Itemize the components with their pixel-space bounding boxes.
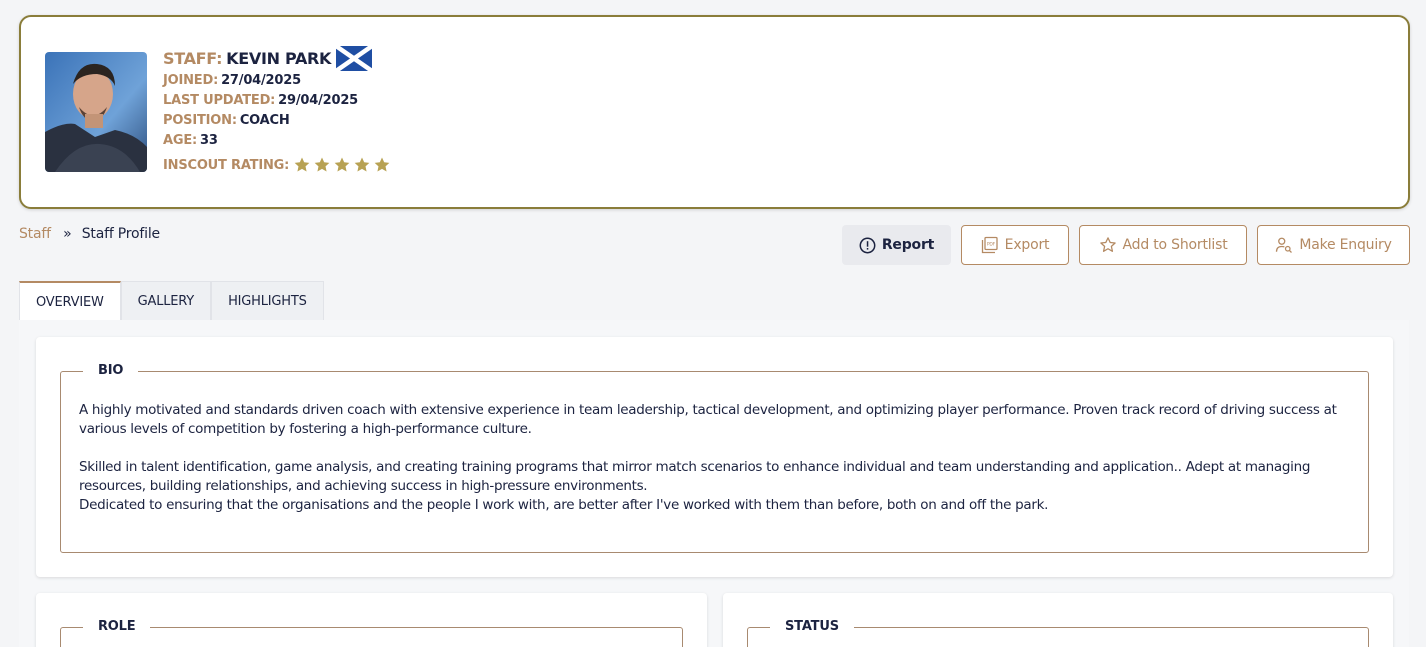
- role-title: ROLE: [83, 619, 151, 634]
- breadcrumb-current: Staff Profile: [81, 226, 160, 242]
- role-section: ROLE: [60, 619, 683, 647]
- bio-text: A highly motivated and standards driven …: [79, 401, 1339, 515]
- shortlist-label: Add to Shortlist: [1122, 237, 1228, 253]
- tab-highlights[interactable]: HIGHLIGHTS: [211, 281, 324, 321]
- make-enquiry-button[interactable]: Make Enquiry: [1257, 225, 1410, 265]
- alert-circle-icon: [859, 237, 876, 253]
- bio-paragraph-3: Dedicated to ensuring that the organisat…: [79, 497, 1049, 513]
- staff-label: STAFF:: [163, 48, 223, 68]
- breadcrumb-separator: »: [63, 226, 72, 242]
- bio-title: BIO: [83, 363, 139, 378]
- status-title: STATUS: [770, 619, 854, 634]
- rating-label: INSCOUT RATING:: [163, 157, 290, 173]
- updated-value: 29/04/2025: [278, 93, 359, 108]
- bio-paragraph-2: Skilled in talent identification, game a…: [79, 459, 1311, 494]
- tab-gallery[interactable]: GALLERY: [120, 281, 212, 321]
- pdf-file-icon: PDF: [981, 236, 998, 254]
- age-line: AGE: 33: [163, 131, 393, 151]
- rating-star-icon: [354, 157, 370, 172]
- position-line: POSITION: COACH: [163, 111, 393, 131]
- rating-line: INSCOUT RATING:: [163, 153, 393, 177]
- report-label: Report: [881, 237, 935, 253]
- tab-overview[interactable]: OVERVIEW: [19, 281, 121, 321]
- position-label: POSITION:: [163, 113, 237, 128]
- rating-star-icon: [314, 157, 330, 172]
- profile-info: STAFF: KEVIN PARK JOINED: 27/04/2025 LAST…: [163, 43, 393, 177]
- age-value: 33: [200, 133, 218, 148]
- rating-star-icon: [374, 157, 390, 172]
- position-value: COACH: [239, 113, 290, 128]
- profile-tabs: OVERVIEW GALLERY HIGHLIGHTS: [19, 281, 324, 321]
- joined-label: JOINED:: [163, 73, 219, 88]
- joined-line: JOINED: 27/04/2025: [163, 71, 393, 91]
- bio-paragraph-1: A highly motivated and standards driven …: [79, 402, 1337, 437]
- rating-star-icon: [334, 157, 350, 172]
- updated-line: LAST UPDATED: 29/04/2025: [163, 91, 393, 111]
- breadcrumb-link-staff[interactable]: Staff: [19, 226, 51, 242]
- star-outline-icon: [1099, 237, 1116, 252]
- report-button[interactable]: Report: [842, 225, 951, 265]
- profile-card: STAFF: KEVIN PARK JOINED: 27/04/2025 LAST…: [19, 15, 1410, 209]
- enquiry-label: Make Enquiry: [1299, 237, 1392, 253]
- status-section: STATUS: [747, 619, 1369, 647]
- staff-name: KEVIN PARK: [226, 48, 332, 68]
- staff-name-line: STAFF: KEVIN PARK: [163, 43, 393, 73]
- export-label: Export: [1004, 237, 1050, 253]
- rating-stars: [293, 156, 393, 174]
- avatar: [45, 52, 147, 172]
- age-label: AGE:: [163, 133, 198, 148]
- rating-star-icon: [294, 157, 310, 172]
- export-button[interactable]: PDF Export: [961, 225, 1069, 265]
- updated-label: LAST UPDATED:: [163, 93, 276, 108]
- add-to-shortlist-button[interactable]: Add to Shortlist: [1079, 225, 1247, 265]
- joined-value: 27/04/2025: [221, 73, 301, 88]
- breadcrumb: Staff » Staff Profile: [19, 226, 160, 242]
- scotland-flag-icon: [334, 43, 374, 73]
- user-search-icon: [1276, 237, 1293, 253]
- bio-section: BIO A highly motivated and standards dri…: [60, 363, 1369, 553]
- svg-text:PDF: PDF: [987, 242, 996, 248]
